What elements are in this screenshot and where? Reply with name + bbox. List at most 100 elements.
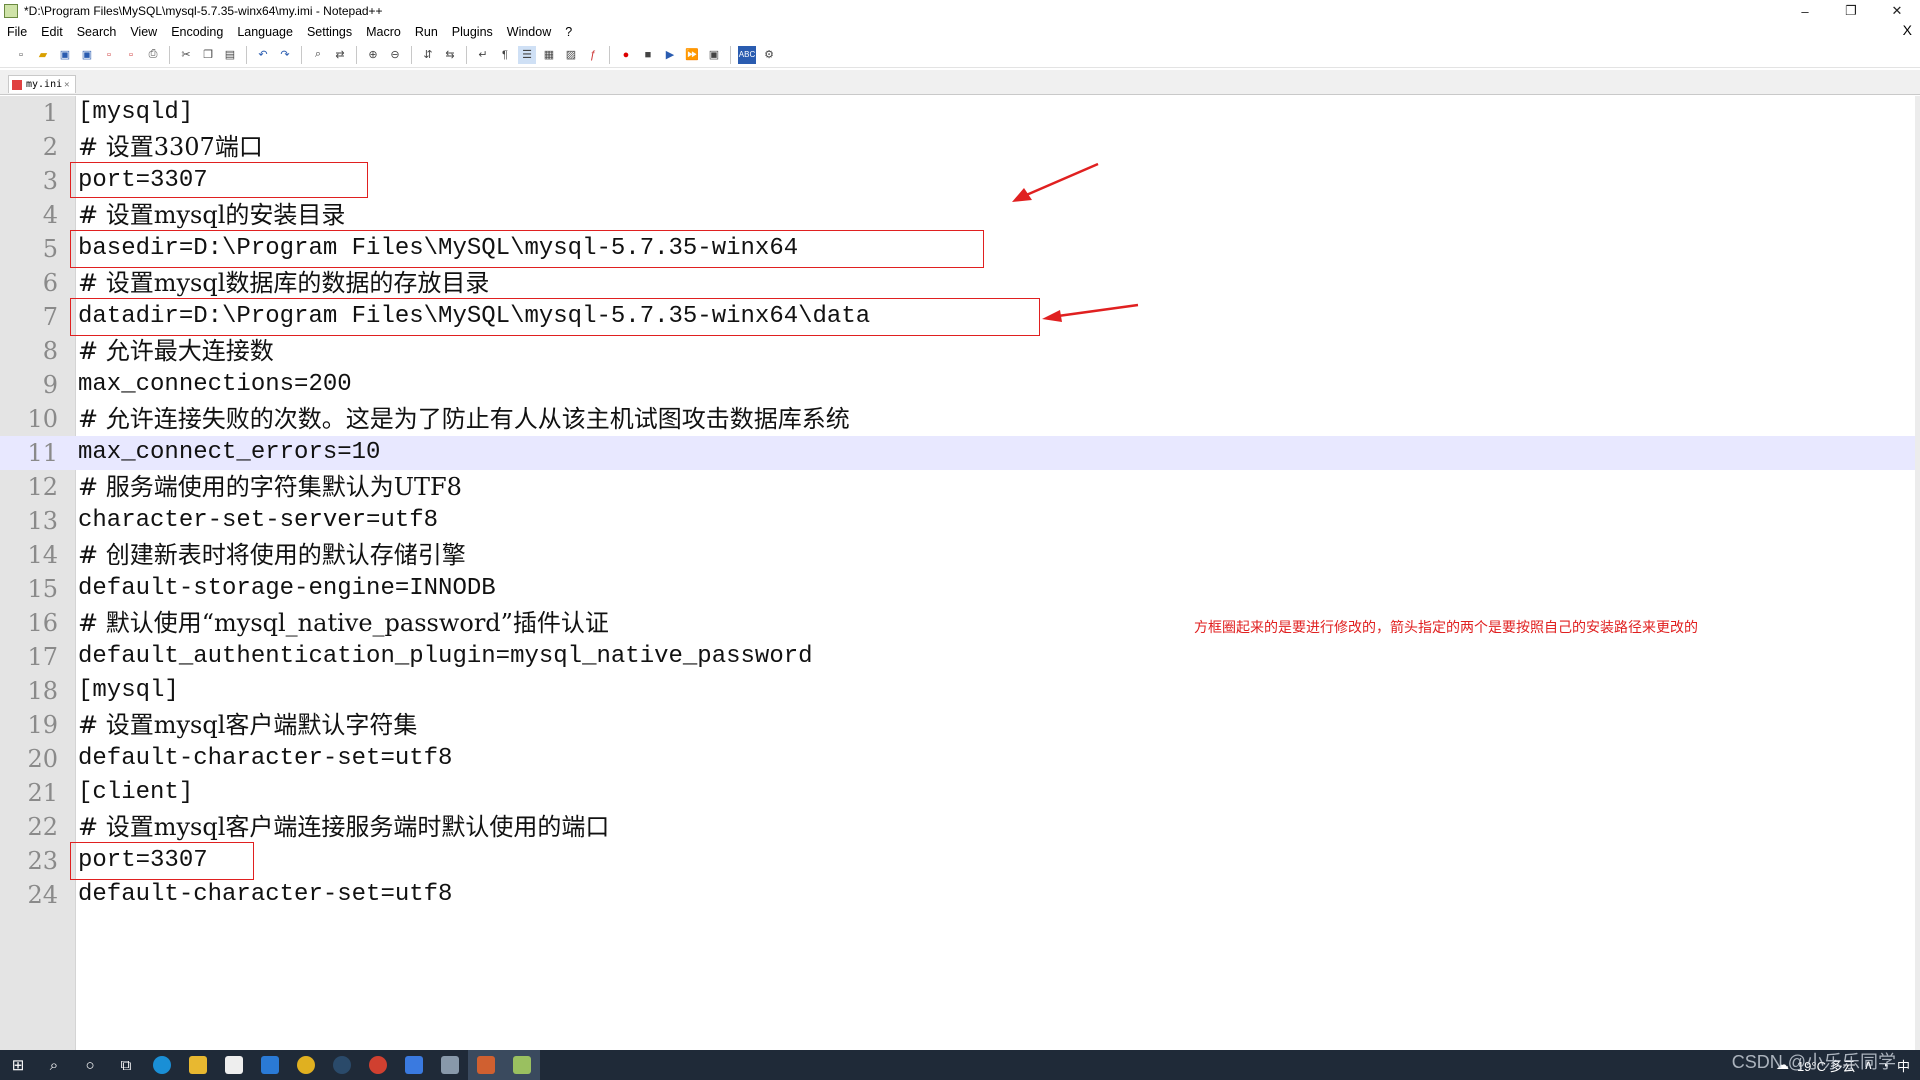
editor-line[interactable]: 14 # 创建新表时将使用的默认存储引擎 bbox=[0, 538, 1915, 572]
close-button[interactable]: ✕ bbox=[1874, 0, 1920, 22]
line-text: # 设置3307端口 bbox=[78, 133, 263, 161]
editor-line[interactable]: 9 max_connections=200 bbox=[0, 368, 1915, 402]
record-macro-icon[interactable]: ● bbox=[617, 46, 635, 64]
editor-line[interactable]: 12 # 服务端使用的字符集默认为UTF8 bbox=[0, 470, 1915, 504]
highlight-box-datadir bbox=[70, 298, 1040, 336]
editor-line[interactable]: 19 # 设置mysql客户端默认字符集 bbox=[0, 708, 1915, 742]
editor-line[interactable]: 21 [client] bbox=[0, 776, 1915, 810]
menu-window[interactable]: Window bbox=[500, 25, 558, 39]
windows-start-icon[interactable]: ⊞ bbox=[0, 1050, 36, 1080]
save-icon[interactable]: ▣ bbox=[56, 46, 74, 64]
line-number: 16 bbox=[27, 609, 58, 637]
line-text: # 设置mysql客户端连接服务端时默认使用的端口 bbox=[78, 813, 610, 841]
line-text: # 允许连接失败的次数。这是为了防止有人从该主机试图攻击数据库系统 bbox=[78, 405, 850, 433]
editor-line[interactable]: 10 # 允许连接失败的次数。这是为了防止有人从该主机试图攻击数据库系统 bbox=[0, 402, 1915, 436]
paste-icon[interactable]: ▤ bbox=[221, 46, 239, 64]
toolbar-separator bbox=[246, 45, 247, 64]
editor-line[interactable]: 24 default-character-set=utf8 bbox=[0, 878, 1915, 912]
close-all-icon[interactable]: ▫ bbox=[122, 46, 140, 64]
menu-settings[interactable]: Settings bbox=[300, 25, 359, 39]
editor-line[interactable]: 11 max_connect_errors=10 bbox=[0, 436, 1915, 470]
cut-icon[interactable]: ✂ bbox=[177, 46, 195, 64]
app-icon[interactable] bbox=[432, 1050, 468, 1080]
plugin-icon[interactable]: ⚙ bbox=[760, 46, 778, 64]
menu-plugins[interactable]: Plugins bbox=[445, 25, 500, 39]
menu-view[interactable]: View bbox=[123, 25, 164, 39]
task-view-icon[interactable]: ⧉ bbox=[108, 1050, 144, 1080]
menu-edit[interactable]: Edit bbox=[34, 25, 70, 39]
editor-area[interactable]: 1 [mysqld] 2 # 设置3307端口 3 port=3307 4 # 设置mysql… bbox=[0, 96, 1920, 1050]
steam-icon[interactable] bbox=[324, 1050, 360, 1080]
edge-icon[interactable] bbox=[144, 1050, 180, 1080]
editor-line[interactable]: 2 # 设置3307端口 bbox=[0, 130, 1915, 164]
editor-line[interactable]: 17 default_authentication_plugin=mysql_na… bbox=[0, 640, 1915, 674]
run-macro-multiple-icon[interactable]: ⏩ bbox=[683, 46, 701, 64]
minimize-button[interactable]: – bbox=[1782, 0, 1828, 22]
menu-help[interactable]: ? bbox=[558, 25, 579, 39]
redo-icon[interactable]: ↷ bbox=[276, 46, 294, 64]
show-all-chars-icon[interactable]: ¶ bbox=[496, 46, 514, 64]
search-icon[interactable]: ⌕ bbox=[36, 1050, 72, 1080]
close-document-button[interactable]: X bbox=[1903, 22, 1912, 38]
menu-macro[interactable]: Macro bbox=[359, 25, 408, 39]
indent-guide-icon[interactable]: ☰ bbox=[518, 45, 536, 64]
menu-search[interactable]: Search bbox=[70, 25, 124, 39]
file-explorer-icon[interactable] bbox=[180, 1050, 216, 1080]
notepadpp-taskbar-icon[interactable] bbox=[504, 1050, 540, 1080]
mail-icon[interactable] bbox=[252, 1050, 288, 1080]
line-text: # 服务端使用的字符集默认为UTF8 bbox=[78, 473, 462, 501]
line-text: # 创建新表时将使用的默认存储引擎 bbox=[78, 541, 466, 569]
tab-my-ini[interactable]: my.ini ✕ bbox=[8, 75, 76, 93]
editor-line[interactable]: 20 default-character-set=utf8 bbox=[0, 742, 1915, 776]
doc-map-icon[interactable]: ▨ bbox=[562, 46, 580, 64]
editor-line[interactable]: 4 # 设置mysql的安装目录 bbox=[0, 198, 1915, 232]
menu-language[interactable]: Language bbox=[230, 25, 300, 39]
spell-check-icon[interactable]: ABC bbox=[738, 45, 756, 64]
close-file-icon[interactable]: ▫ bbox=[100, 46, 118, 64]
stop-macro-icon[interactable]: ■ bbox=[639, 46, 657, 64]
function-list-icon[interactable]: ƒ bbox=[584, 46, 602, 64]
line-number: 21 bbox=[27, 779, 58, 807]
sync-vertical-icon[interactable]: ⇵ bbox=[419, 46, 437, 64]
maximize-button[interactable]: ❐ bbox=[1828, 0, 1874, 22]
open-file-icon[interactable]: ▰ bbox=[34, 46, 52, 64]
save-all-icon[interactable]: ▣ bbox=[78, 46, 96, 64]
replace-icon[interactable]: ⇄ bbox=[331, 46, 349, 64]
menu-encoding[interactable]: Encoding bbox=[164, 25, 230, 39]
sync-horizontal-icon[interactable]: ⇆ bbox=[441, 46, 459, 64]
undo-icon[interactable]: ↶ bbox=[254, 46, 272, 64]
word-wrap-icon[interactable]: ↵ bbox=[474, 46, 492, 64]
play-macro-icon[interactable]: ▶ bbox=[661, 46, 679, 64]
editor-line[interactable]: 8 # 允许最大连接数 bbox=[0, 334, 1915, 368]
editor-line[interactable]: 6 # 设置mysql数据库的数据的存放目录 bbox=[0, 266, 1915, 300]
menu-run[interactable]: Run bbox=[408, 25, 445, 39]
chrome-icon[interactable] bbox=[288, 1050, 324, 1080]
toolbar-separator bbox=[411, 45, 412, 64]
editor-line[interactable]: 13 character-set-server=utf8 bbox=[0, 504, 1915, 538]
vertical-scrollbar[interactable] bbox=[1915, 96, 1920, 1050]
lang-udl-icon[interactable]: ▦ bbox=[540, 46, 558, 64]
editor-line[interactable]: 18 [mysql] bbox=[0, 674, 1915, 708]
new-file-icon[interactable]: ▫ bbox=[12, 46, 30, 64]
chrome-icon[interactable] bbox=[360, 1050, 396, 1080]
print-icon[interactable]: ⎙ bbox=[144, 46, 162, 64]
copy-icon[interactable]: ❐ bbox=[199, 46, 217, 64]
line-number: 22 bbox=[27, 813, 58, 841]
save-macro-icon[interactable]: ▣ bbox=[705, 46, 723, 64]
ime-lang[interactable]: 中 bbox=[1897, 1056, 1910, 1075]
editor-line[interactable]: 23 port=3307 bbox=[0, 844, 1915, 878]
zoom-out-icon[interactable]: ⊖ bbox=[386, 46, 404, 64]
app-icon[interactable] bbox=[468, 1050, 504, 1080]
highlight-box-basedir bbox=[70, 230, 984, 268]
tab-close-icon[interactable]: ✕ bbox=[64, 80, 69, 90]
editor-line[interactable]: 22 # 设置mysql客户端连接服务端时默认使用的端口 bbox=[0, 810, 1915, 844]
app-icon[interactable] bbox=[396, 1050, 432, 1080]
zoom-in-icon[interactable]: ⊕ bbox=[364, 46, 382, 64]
cortana-icon[interactable]: ○ bbox=[72, 1050, 108, 1080]
line-text: [mysql] bbox=[78, 677, 179, 704]
menu-file[interactable]: File bbox=[0, 25, 34, 39]
editor-line[interactable]: 1 [mysqld] bbox=[0, 96, 1915, 130]
editor-line[interactable]: 15 default-storage-engine=INNODB bbox=[0, 572, 1915, 606]
store-icon[interactable] bbox=[216, 1050, 252, 1080]
find-icon[interactable]: ⌕ bbox=[309, 46, 327, 64]
